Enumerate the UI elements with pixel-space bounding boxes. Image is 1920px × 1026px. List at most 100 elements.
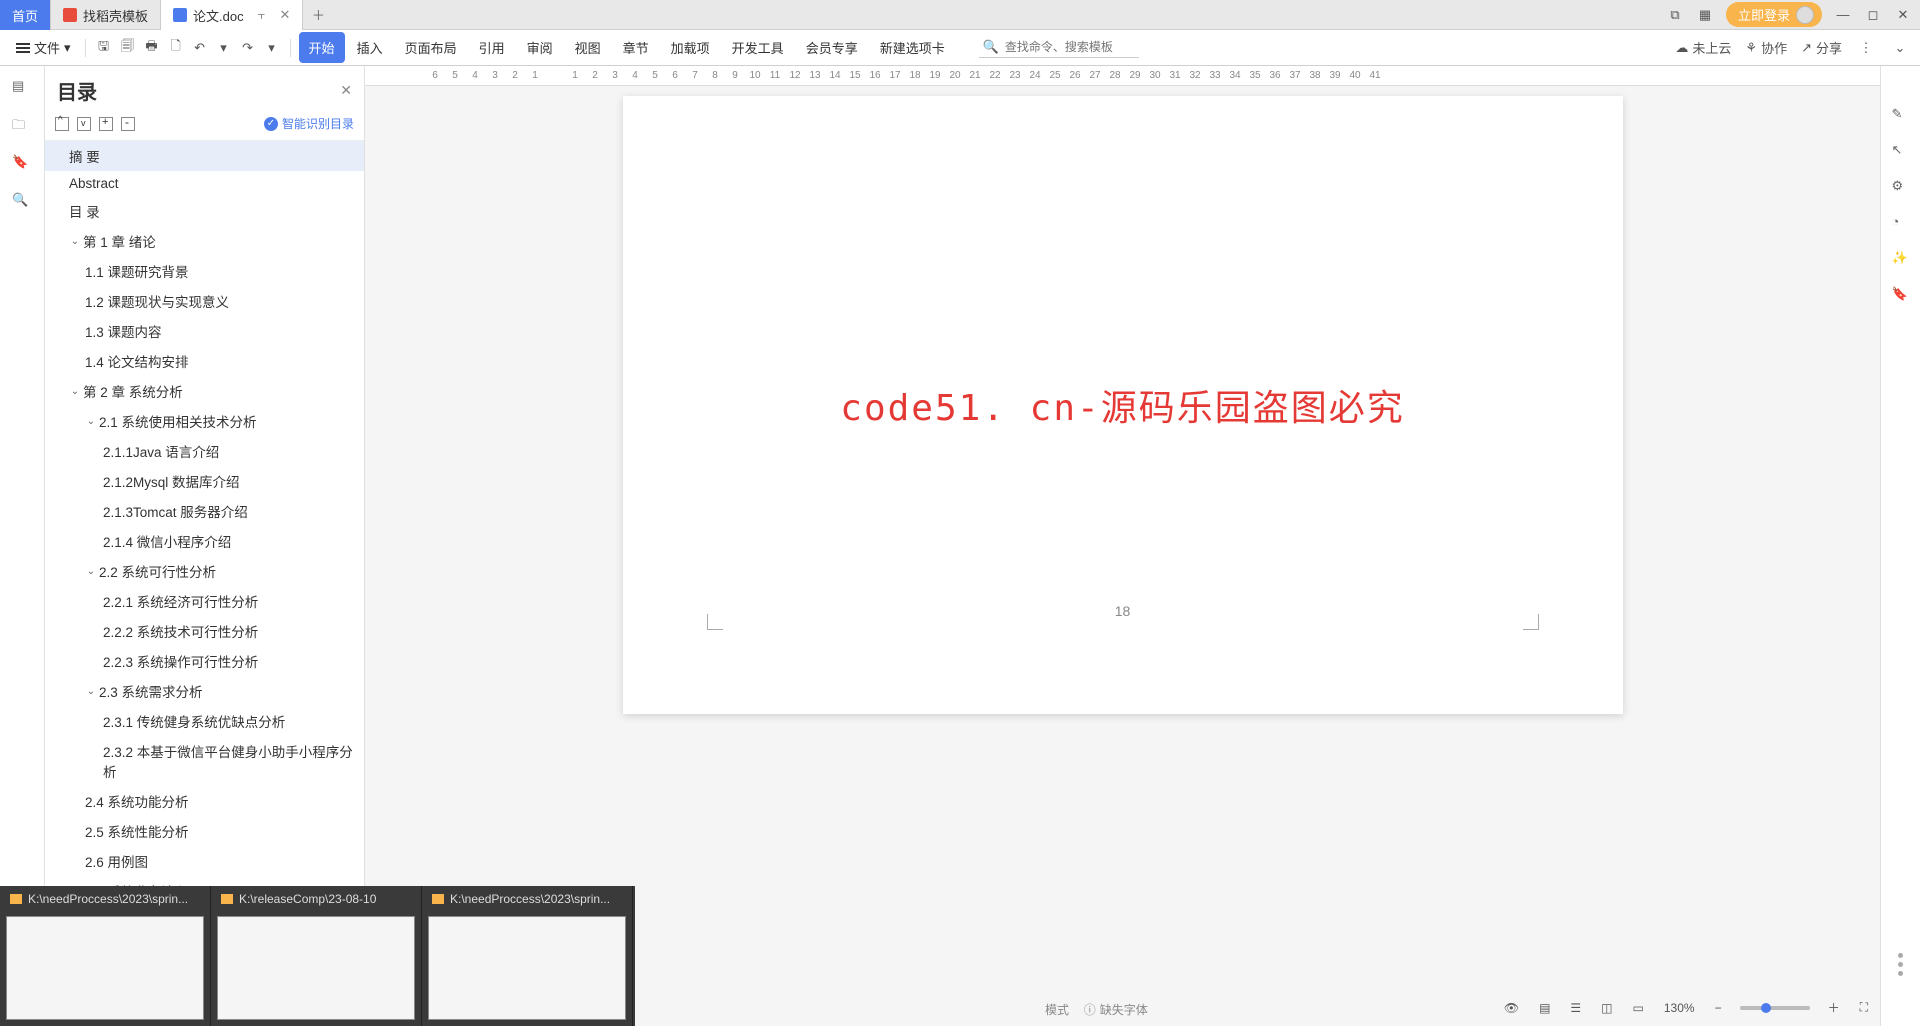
- new-tab-button[interactable]: ＋: [303, 0, 333, 29]
- ai-icon[interactable]: ✨: [1892, 250, 1910, 268]
- tab-docker[interactable]: 找稻壳模板: [51, 0, 161, 30]
- toc-item[interactable]: ⌄2.1 系统使用相关技术分析: [45, 406, 364, 436]
- pen-icon[interactable]: ✎: [1892, 106, 1910, 124]
- apps-grid-icon[interactable]: ▦: [1696, 6, 1714, 24]
- zoom-out-icon[interactable]: −: [1713, 999, 1724, 1017]
- find-icon[interactable]: 🔍: [12, 192, 32, 212]
- undo-dropdown-icon[interactable]: ▾: [214, 38, 234, 58]
- maximize-icon[interactable]: ◻: [1864, 6, 1882, 24]
- document-editor[interactable]: 6543211234567891011121314151617181920212…: [365, 66, 1880, 1026]
- toc-item[interactable]: 2.5 系统性能分析: [45, 816, 364, 846]
- menu-1[interactable]: 插入: [347, 32, 393, 63]
- tab-active-doc[interactable]: 论文.doc ⫟ ✕: [161, 0, 303, 30]
- web-view-icon[interactable]: ▭: [1631, 999, 1646, 1017]
- toc-item[interactable]: Abstract: [45, 171, 364, 196]
- bookmark-side-icon[interactable]: 🔖: [1892, 286, 1910, 304]
- fullscreen-icon[interactable]: ⛶: [1858, 998, 1870, 1017]
- eye-icon[interactable]: 👁: [1502, 999, 1521, 1017]
- zoom-slider[interactable]: [1740, 1006, 1810, 1010]
- share-button[interactable]: ↗ 分享: [1801, 38, 1842, 57]
- chevron-down-icon[interactable]: ⌄: [85, 686, 97, 697]
- zoom-label[interactable]: 130%: [1662, 999, 1697, 1017]
- menu-7[interactable]: 加载项: [661, 32, 720, 63]
- toc-item[interactable]: 2.3.1 传统健身系统优缺点分析: [45, 706, 364, 736]
- redo-icon[interactable]: ↷: [238, 38, 258, 58]
- folder-icon[interactable]: 🗀: [12, 116, 32, 136]
- toc-item[interactable]: 2.6 用例图: [45, 846, 364, 876]
- tab-home[interactable]: 首页: [0, 0, 51, 30]
- toc-item[interactable]: ⌄第 1 章 绪论: [45, 226, 364, 256]
- toc-collapse-icon[interactable]: [121, 117, 135, 131]
- toc-item[interactable]: 2.4 系统功能分析: [45, 786, 364, 816]
- toc-close-icon[interactable]: ✕: [340, 82, 352, 99]
- chevron-down-icon[interactable]: ⌄: [69, 386, 81, 397]
- zoom-in-icon[interactable]: ＋: [1826, 997, 1842, 1018]
- toc-item[interactable]: 2.1.2Mysql 数据库介绍: [45, 466, 364, 496]
- menu-10[interactable]: 新建选项卡: [870, 32, 955, 63]
- toc-item[interactable]: 2.1.4 微信小程序介绍: [45, 526, 364, 556]
- window-close-icon[interactable]: ✕: [1894, 6, 1912, 24]
- more-dots-icon[interactable]: [1898, 943, 1903, 986]
- toc-smart-detect[interactable]: ✓ 智能识别目录: [264, 115, 354, 132]
- toc-demote-icon[interactable]: [77, 117, 91, 131]
- collapse-ribbon-icon[interactable]: ⌄: [1890, 38, 1910, 58]
- more-vertical-icon[interactable]: ⋮: [1856, 38, 1876, 58]
- save-as-icon[interactable]: 🗐: [118, 38, 138, 58]
- toc-expand-icon[interactable]: [99, 117, 113, 131]
- sliders-icon[interactable]: ⚙: [1892, 178, 1910, 196]
- task-preview-2[interactable]: K:\releaseComp\23-08-10: [211, 886, 422, 1026]
- file-menu-button[interactable]: 文件 ▾: [10, 34, 77, 61]
- toc-item[interactable]: 1.3 课题内容: [45, 316, 364, 346]
- menu-8[interactable]: 开发工具: [722, 32, 794, 63]
- horizontal-ruler[interactable]: 6543211234567891011121314151617181920212…: [365, 66, 1880, 86]
- toc-item[interactable]: ⌄2.2 系统可行性分析: [45, 556, 364, 586]
- save-icon[interactable]: 🖫: [94, 38, 114, 58]
- chevron-down-icon[interactable]: ⌄: [85, 566, 97, 577]
- toc-item[interactable]: 2.2.3 系统操作可行性分析: [45, 646, 364, 676]
- toc-item[interactable]: 1.1 课题研究背景: [45, 256, 364, 286]
- outline-view-icon[interactable]: ☰: [1568, 999, 1583, 1017]
- toc-item[interactable]: 2.2.2 系统技术可行性分析: [45, 616, 364, 646]
- command-search-input[interactable]: [1005, 40, 1135, 54]
- menu-5[interactable]: 视图: [565, 32, 611, 63]
- toc-item[interactable]: ⌄ 第 2 章 系统分析: [45, 376, 364, 406]
- fork-icon[interactable]: ⫟: [258, 7, 266, 23]
- menu-6[interactable]: 章节: [613, 32, 659, 63]
- menu-0[interactable]: 开始: [299, 32, 345, 63]
- toc-item[interactable]: 1.4 论文结构安排: [45, 346, 364, 376]
- command-search[interactable]: 🔍: [979, 37, 1139, 58]
- menu-9[interactable]: 会员专享: [796, 32, 868, 63]
- read-view-icon[interactable]: ◫: [1599, 999, 1614, 1017]
- toc-item[interactable]: 1.2 课题现状与实现意义: [45, 286, 364, 316]
- menu-3[interactable]: 引用: [469, 32, 515, 63]
- cloud-status[interactable]: ☁ 未上云: [1675, 38, 1731, 57]
- toc-item[interactable]: 摘 要: [45, 141, 364, 171]
- menu-4[interactable]: 审阅: [517, 32, 563, 63]
- cursor-icon[interactable]: ↖: [1892, 142, 1910, 160]
- missing-font-notice[interactable]: 模式 ⓘ 缺失字体: [1045, 1001, 1148, 1018]
- reader-mode-icon[interactable]: ⧉: [1666, 6, 1684, 24]
- print-icon[interactable]: 🖶: [142, 38, 162, 58]
- toc-item[interactable]: 2.2.1 系统经济可行性分析: [45, 586, 364, 616]
- page-outline-icon[interactable]: ▤: [12, 78, 32, 98]
- chevron-down-icon[interactable]: ⌄: [69, 236, 81, 247]
- task-preview-1[interactable]: K:\needProccess\2023\sprin...: [0, 886, 211, 1026]
- toc-item[interactable]: ⌄2.3 系统需求分析: [45, 676, 364, 706]
- bookmark-icon[interactable]: 🔖: [12, 154, 32, 174]
- toc-item[interactable]: 2.1.1Java 语言介绍: [45, 436, 364, 466]
- document-page[interactable]: code51. cn-源码乐园盗图必究 18: [623, 96, 1623, 714]
- toc-promote-icon[interactable]: [55, 117, 69, 131]
- undo-icon[interactable]: ↶: [190, 38, 210, 58]
- print-preview-icon[interactable]: 🗋: [166, 38, 186, 58]
- redo-dropdown-icon[interactable]: ▾: [262, 38, 282, 58]
- task-preview-3[interactable]: K:\needProccess\2023\sprin...: [422, 886, 633, 1026]
- menu-2[interactable]: 页面布局: [395, 32, 467, 63]
- login-button[interactable]: 立即登录: [1726, 2, 1822, 27]
- toc-item[interactable]: 目 录: [45, 196, 364, 226]
- toc-item[interactable]: 2.1.3Tomcat 服务器介绍: [45, 496, 364, 526]
- minimize-icon[interactable]: —: [1834, 6, 1852, 24]
- toc-item[interactable]: 2.3.2 本基于微信平台健身小助手小程序分析: [45, 736, 364, 786]
- close-icon[interactable]: ✕: [280, 7, 291, 23]
- shape-icon[interactable]: ◔: [1892, 214, 1910, 232]
- page-view-icon[interactable]: ▤: [1537, 999, 1552, 1017]
